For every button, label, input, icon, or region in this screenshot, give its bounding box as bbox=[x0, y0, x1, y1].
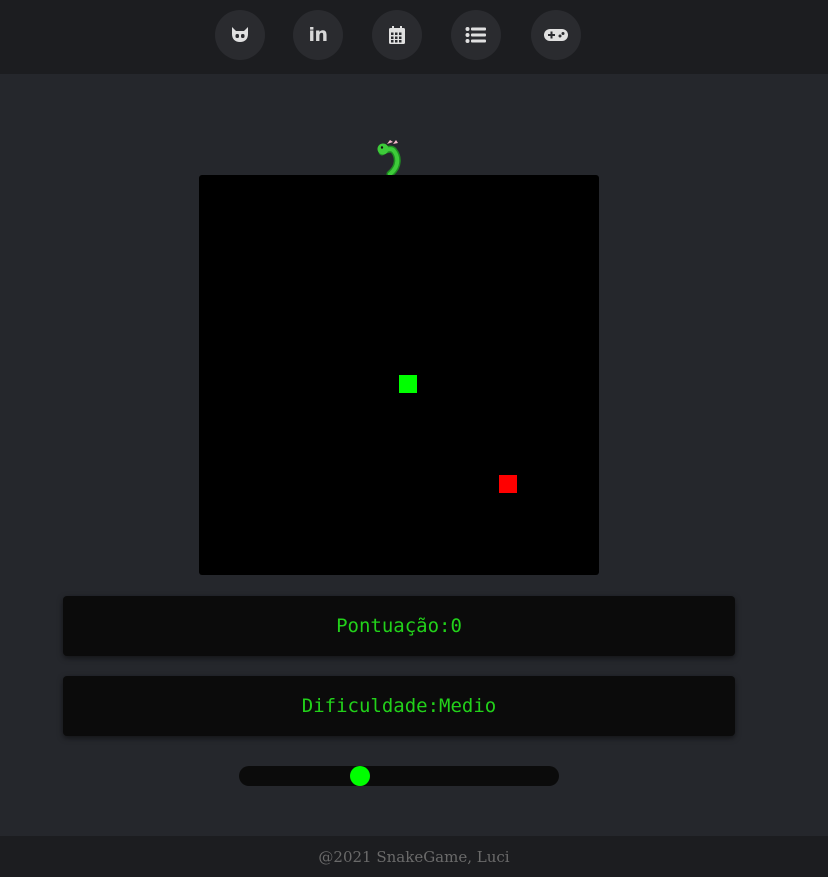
score-text: Pontuação:0 bbox=[336, 615, 462, 637]
difficulty-text: Dificuldade:Medio bbox=[301, 695, 497, 717]
footer-text: @2021 SnakeGame, Luci bbox=[318, 847, 510, 866]
github-button[interactable] bbox=[215, 10, 265, 60]
calendar-button[interactable] bbox=[372, 10, 422, 60]
snake-icon bbox=[377, 140, 401, 176]
linkedin-icon: in bbox=[308, 24, 328, 46]
list-icon bbox=[465, 27, 486, 43]
github-icon bbox=[232, 27, 248, 42]
list-button[interactable] bbox=[451, 10, 501, 60]
game-board[interactable] bbox=[199, 175, 599, 575]
linkedin-button[interactable]: in bbox=[293, 10, 343, 60]
top-navbar: in bbox=[0, 0, 828, 74]
gamepad-icon bbox=[544, 29, 568, 41]
footer: @2021 SnakeGame, Luci bbox=[0, 836, 828, 877]
food bbox=[499, 475, 517, 493]
difficulty-panel: Dificuldade:Medio bbox=[63, 676, 735, 736]
snake-head bbox=[399, 375, 417, 393]
calendar-icon bbox=[389, 26, 405, 44]
game-button[interactable] bbox=[531, 10, 581, 60]
difficulty-slider[interactable] bbox=[239, 766, 559, 786]
slider-thumb[interactable] bbox=[350, 766, 370, 786]
score-panel: Pontuação:0 bbox=[63, 596, 735, 656]
